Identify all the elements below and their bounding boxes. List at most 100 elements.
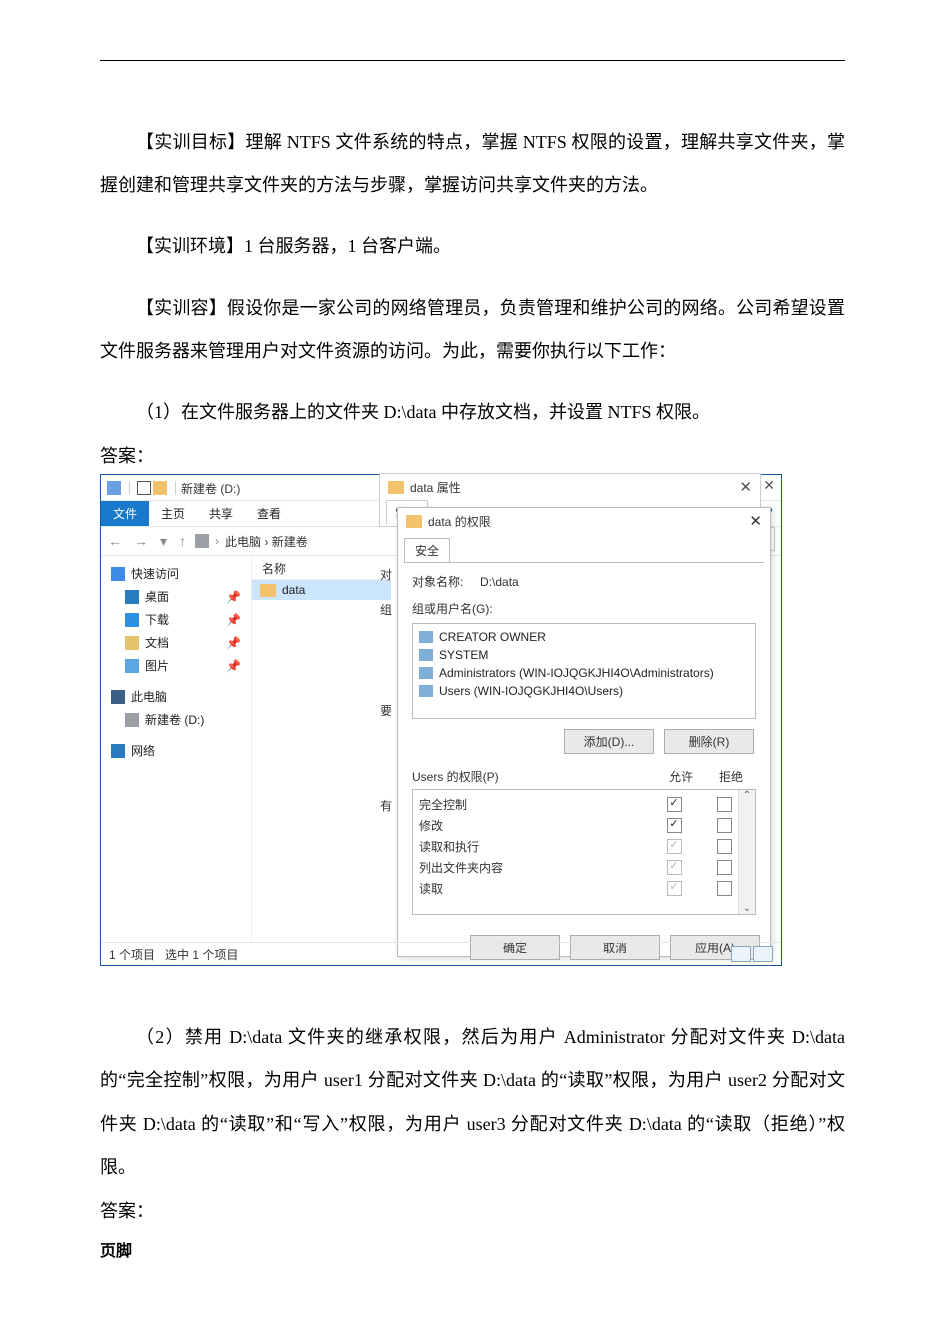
close-icon[interactable]: ✕ <box>763 477 775 494</box>
sidebar-item-thispc[interactable]: 此电脑 <box>107 685 245 708</box>
user-icon <box>419 667 433 679</box>
permission-name: 完全控制 <box>419 796 649 813</box>
document-icon <box>125 636 139 650</box>
desktop-icon <box>125 590 139 604</box>
tab-file[interactable]: 文件 <box>101 501 149 526</box>
pin-icon: 📌 <box>226 659 241 673</box>
nav-dropdown-icon[interactable]: ▾ <box>157 533 170 550</box>
list-item-data[interactable]: data <box>252 580 391 600</box>
disk-icon <box>125 713 139 727</box>
nav-forward-icon[interactable]: → <box>131 533 151 549</box>
paragraph-task: 【实训容】假设你是一家公司的网络管理员，负责管理和维护公司的网络。公司希望设置文… <box>100 287 845 373</box>
nav-pane: 快速访问 桌面📌 下载📌 文档📌 图片📌 此电脑 新建卷 (D:) 网络 <box>101 554 251 943</box>
permission-name: 读取和执行 <box>419 838 649 855</box>
qat-checkbox-icon <box>137 481 151 495</box>
folder-icon <box>406 515 422 528</box>
permissions-for-label: Users 的权限(P) <box>412 768 656 785</box>
status-count: 1 个项目 <box>109 948 155 962</box>
nav-up-icon[interactable]: ↑ <box>176 533 189 549</box>
paragraph-goal: 【实训目标】理解 NTFS 文件系统的特点，掌握 NTFS 权限的设置，理解共享… <box>100 121 845 207</box>
scrollbar[interactable]: ⌃⌄ <box>738 790 755 914</box>
deny-checkbox[interactable] <box>717 839 732 854</box>
permissions-dialog: 对组要有 data 的权限 ✕ 安全 对象名称: D:\data 组或用户名(G… <box>397 507 771 957</box>
group-label: 组或用户名(G): <box>412 600 756 617</box>
add-button[interactable]: 添加(D)... <box>564 729 654 754</box>
remove-button[interactable]: 删除(R) <box>664 729 754 754</box>
download-icon <box>125 613 139 627</box>
paragraph-env: 【实训环境】1 台服务器，1 台客户端。 <box>100 225 845 268</box>
sidebar-item-network[interactable]: 网络 <box>107 739 245 762</box>
tab-share[interactable]: 共享 <box>197 501 245 526</box>
pin-icon: 📌 <box>226 636 241 650</box>
permissions-title: data 的权限 <box>428 513 491 530</box>
answer-label-1: 答案： <box>100 442 845 468</box>
user-icon <box>419 631 433 643</box>
deny-checkbox[interactable] <box>717 797 732 812</box>
list-item: SYSTEM <box>419 646 749 664</box>
allow-checkbox[interactable] <box>667 839 682 854</box>
quick-access[interactable]: 快速访问 <box>107 562 245 585</box>
permission-name: 修改 <box>419 817 649 834</box>
close-icon[interactable]: ✕ <box>739 478 752 496</box>
close-icon[interactable]: ✕ <box>749 512 762 530</box>
folder-icon <box>388 481 404 494</box>
header-rule <box>100 60 845 61</box>
table-row: 列出文件夹内容 <box>419 857 749 878</box>
column-header-name[interactable]: 名称 <box>252 558 391 580</box>
tab-view[interactable]: 查看 <box>245 501 293 526</box>
permissions-body: 对象名称: D:\data 组或用户名(G): CREATOR OWNER SY… <box>404 562 764 925</box>
table-row: 读取和执行 <box>419 836 749 857</box>
table-row: 修改 <box>419 815 749 836</box>
deny-checkbox[interactable] <box>717 881 732 896</box>
divider <box>175 481 176 495</box>
allow-checkbox[interactable] <box>667 881 682 896</box>
screenshot: 新建卷 (D:) 文件 主页 共享 查看 ← → ▾ ↑ › 此电脑 › 新建卷… <box>100 474 782 966</box>
sidebar-item-documents[interactable]: 文档📌 <box>107 631 245 654</box>
qat-folder-icon <box>153 481 167 495</box>
pin-icon: 📌 <box>226 613 241 627</box>
allow-checkbox[interactable] <box>667 797 682 812</box>
status-selection: 选中 1 个项目 <box>165 948 238 962</box>
nav-back-icon[interactable]: ← <box>105 533 125 549</box>
allow-checkbox[interactable] <box>667 860 682 875</box>
view-large-icon[interactable] <box>753 946 773 962</box>
paragraph-step2: （2）禁用 D:\data 文件夹的继承权限，然后为用户 Administrat… <box>100 1016 845 1189</box>
breadcrumb-path[interactable]: 此电脑 › 新建卷 <box>225 533 308 550</box>
pc-icon <box>111 690 125 704</box>
list-item: Users (WIN-IOJQGKJHI4O\Users) <box>419 682 749 700</box>
page-footer: 页脚 <box>100 1237 845 1261</box>
star-icon <box>111 567 125 581</box>
sidebar-item-desktop[interactable]: 桌面📌 <box>107 585 245 608</box>
table-row: 读取 <box>419 878 749 899</box>
folder-icon <box>260 584 276 597</box>
permission-name: 列出文件夹内容 <box>419 859 649 876</box>
drive-icon <box>195 534 209 548</box>
list-item: Administrators (WIN-IOJQGKJHI4O\Administ… <box>419 664 749 682</box>
deny-checkbox[interactable] <box>717 860 732 875</box>
user-list[interactable]: CREATOR OWNER SYSTEM Administrators (WIN… <box>412 623 756 719</box>
file-list: 名称 data <box>251 554 391 943</box>
network-icon <box>111 744 125 758</box>
list-item: CREATOR OWNER <box>419 628 749 646</box>
tab-home[interactable]: 主页 <box>149 501 197 526</box>
sidebar-item-pictures[interactable]: 图片📌 <box>107 654 245 677</box>
status-bar: 1 个项目 选中 1 个项目 <box>101 942 781 965</box>
user-icon <box>419 685 433 697</box>
pin-icon: 📌 <box>226 590 241 604</box>
column-allow: 允许 <box>656 768 706 785</box>
column-deny: 拒绝 <box>706 768 756 785</box>
view-details-icon[interactable] <box>731 946 751 962</box>
sidebar-item-downloads[interactable]: 下载📌 <box>107 608 245 631</box>
pictures-icon <box>125 659 139 673</box>
sidebar-item-drive[interactable]: 新建卷 (D:) <box>107 708 245 731</box>
tab-security[interactable]: 安全 <box>404 538 450 562</box>
divider <box>129 481 130 495</box>
drive-icon <box>107 481 121 495</box>
paragraph-step1: （1）在文件服务器上的文件夹 D:\data 中存放文档，并设置 NTFS 权限… <box>100 391 845 434</box>
behind-labels: 对组要有 <box>380 566 392 814</box>
deny-checkbox[interactable] <box>717 818 732 833</box>
permission-entries: 完全控制修改读取和执行列出文件夹内容读取 ⌃⌄ <box>412 789 756 915</box>
permission-name: 读取 <box>419 880 649 897</box>
object-name-value: D:\data <box>480 575 519 589</box>
allow-checkbox[interactable] <box>667 818 682 833</box>
